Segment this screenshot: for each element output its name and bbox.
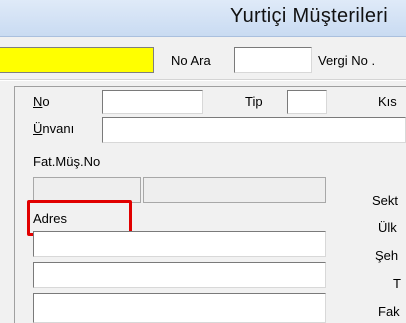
no-ara-label: No Ara [171,53,211,68]
unvan-label-rest: nvanı [42,121,75,136]
no-label-mnemonic: N [33,94,43,109]
unvan-label-mnemonic: Ü [33,121,43,136]
title-bar: Yurtiçi Müşterileri [0,0,406,37]
fak-label: Fak [378,304,400,319]
required-search-field[interactable] [0,47,154,73]
tip-input[interactable] [287,90,327,114]
window-title: Yurtiçi Müşterileri [230,5,388,27]
no-label-rest: o [42,94,50,109]
fat-mus-name-input[interactable] [143,177,326,203]
no-ara-input[interactable] [234,47,312,73]
adres-line-1-input[interactable] [33,231,326,257]
adres-line-3-input[interactable] [33,293,326,323]
fat-mus-no-label: Fat.Müş.No [33,154,101,169]
no-input[interactable] [102,90,203,114]
sektor-label: Sekt [372,193,399,208]
unvan-input[interactable] [102,117,406,143]
t-label: T [393,276,401,291]
kisa-label: Kıs [378,94,397,109]
adres-line-2-input[interactable] [33,262,326,288]
tip-label: Tip [245,94,263,109]
no-label: No [33,94,50,109]
ulke-label: Ülk [378,220,397,235]
vergi-no-label: Vergi No . [318,53,376,68]
unvan-label: Ünvanı [33,121,74,136]
sehir-label: Şeh [375,248,399,263]
